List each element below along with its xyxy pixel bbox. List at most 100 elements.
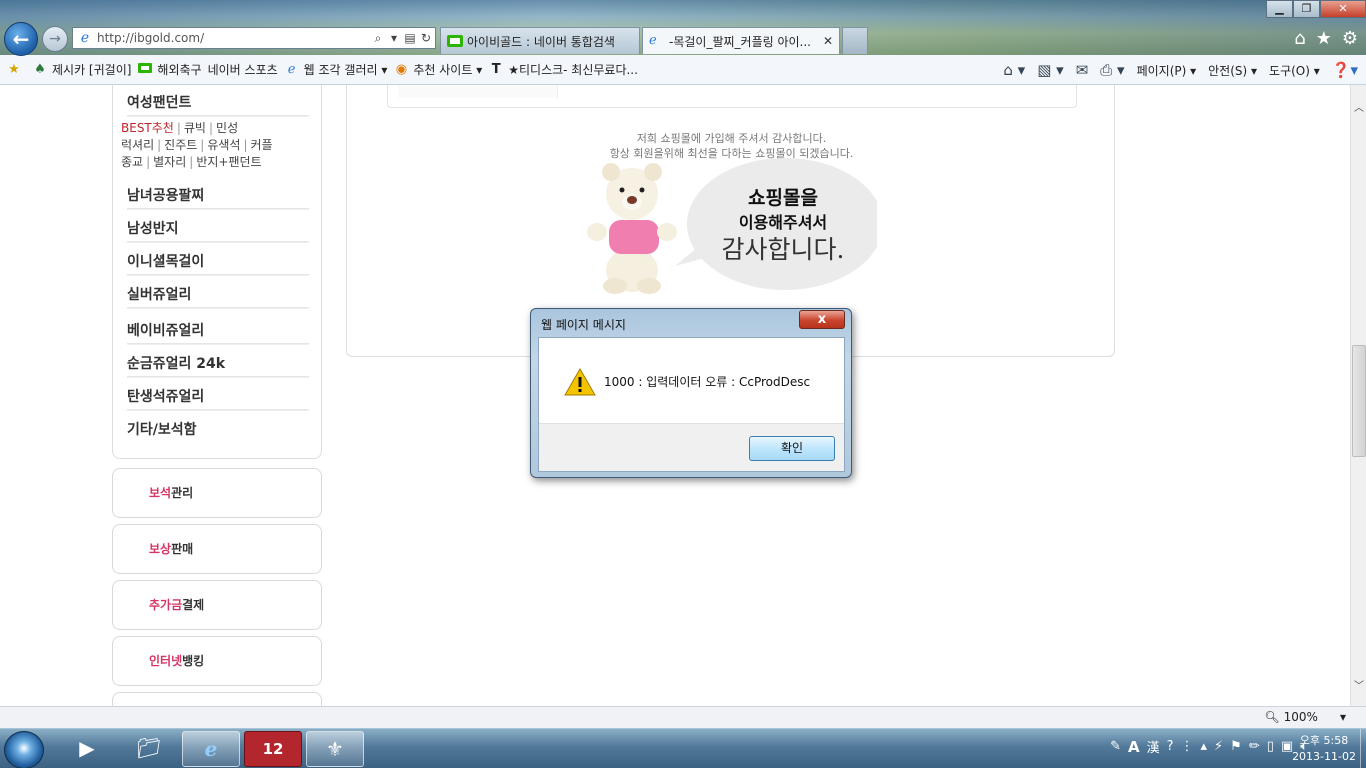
ime-mode[interactable]: A (1128, 738, 1140, 756)
sublink-best[interactable]: BEST추천 (121, 121, 174, 135)
ie-page-icon: ℯ (80, 30, 90, 46)
tray-device-icon[interactable]: ▯ (1267, 739, 1274, 754)
dialog-footer: 확인 (539, 423, 844, 471)
category-men-ring[interactable]: 남성반지 (127, 218, 309, 238)
refresh-icon[interactable]: ↻ (419, 31, 433, 45)
zoom-control[interactable]: 🔍︎ 100% ▾ (1264, 710, 1346, 724)
media-player-taskbar-icon[interactable]: ▶ (58, 731, 116, 767)
sublink-pearl[interactable]: 진주트 (164, 138, 197, 152)
ok-button[interactable]: 확인 (749, 436, 835, 461)
category-women-pendant[interactable]: 여성팬던트 (127, 92, 309, 112)
internet-banking-button[interactable]: 인터넷뱅킹 (112, 636, 322, 686)
forward-button[interactable]: → (42, 26, 68, 52)
maximize-button[interactable]: ❐ (1293, 0, 1320, 18)
chevron-down-icon[interactable]: ▾ (1340, 710, 1346, 724)
bubble-text-3: 감사합니다. (722, 235, 845, 264)
tab-naver-search[interactable]: 아이비골드 : 네이버 통합검색 (440, 27, 640, 54)
ie-taskbar-icon[interactable]: ℯ (182, 731, 240, 767)
minimize-button[interactable]: ▁ (1266, 0, 1293, 18)
category-pure-gold[interactable]: 순금쥬얼리 24k (127, 353, 309, 373)
page-menu[interactable]: 페이지(P) ▾ (1137, 62, 1197, 79)
category-silver-jewelry[interactable]: 실버쥬얼리 (127, 284, 309, 304)
sublink-couple[interactable]: 커플 (251, 138, 273, 152)
form-cell (398, 85, 558, 98)
sublink-zodiac[interactable]: 별자리 (153, 155, 186, 169)
sublink-minseong[interactable]: 민성 (216, 121, 238, 135)
favorites-add-icon[interactable]: ★ (6, 62, 26, 77)
service-highlight: 보석 (149, 486, 172, 500)
new-tab-button[interactable] (842, 27, 868, 54)
taskbar-clock[interactable]: 오후 5:58 2013-11-02 (1292, 733, 1356, 765)
system-tray: ✎ A 漢 ? ⋮ ▴ ⚡︎ ⚑ ✏ ▯ ▣ 🔈︎ (1110, 737, 1308, 757)
browser-titlebar: ← → ℯ http://ibgold.com/ ⌕ ▾ ▤ ↻ 아이비골드 :… (0, 0, 1366, 56)
back-button[interactable]: ← (4, 22, 38, 56)
game-12-taskbar-icon[interactable]: 12 (244, 731, 302, 767)
vertical-scrollbar[interactable]: ︿ ﹀ (1350, 85, 1366, 706)
jewel-care-button[interactable]: 보석관리 (112, 468, 322, 518)
safety-menu[interactable]: 안전(S) ▾ (1208, 62, 1257, 79)
trade-in-button[interactable]: 보상판매 (112, 524, 322, 574)
category-etc-jewelbox[interactable]: 기타/보석함 (127, 419, 309, 439)
service-highlight: 인터넷 (149, 654, 183, 668)
hanja-mode[interactable]: 漢 (1147, 737, 1160, 756)
fav-label: 추천 사이트 ▾ (413, 63, 483, 77)
category-unisex-bracelet[interactable]: 남녀공용팔찌 (127, 185, 309, 205)
category-baby-jewelry[interactable]: 베이비쥬얼리 (127, 320, 309, 340)
favorites-bar: ★ ♠ 제시카 [귀걸이] 해외축구 네이버 스포츠 ℯ 웹 조각 갤러리 ▾ ◉ 추… (0, 55, 1366, 85)
home-icon[interactable]: ⌂ ▾ (1003, 61, 1025, 79)
dialog-close-button[interactable]: x (799, 310, 845, 329)
more-service-button[interactable] (112, 692, 322, 706)
address-bar[interactable]: ℯ http://ibgold.com/ ⌕ ▾ ▤ ↻ (72, 27, 436, 49)
fav-item-soccer[interactable]: 해외축구 (137, 61, 202, 78)
sublink-colorstone[interactable]: 유색석 (207, 138, 240, 152)
clock-date: 2013-11-02 (1292, 750, 1356, 763)
tray-pen-icon[interactable]: ✎ (1110, 739, 1121, 754)
category-initial-necklace[interactable]: 이니셜목걸이 (127, 251, 309, 271)
tools-gear-icon[interactable]: ⚙ (1342, 28, 1358, 49)
close-tab-icon[interactable]: ✕ (823, 34, 833, 48)
window-close-button[interactable]: ✕ (1320, 0, 1366, 18)
favorites-star-icon[interactable]: ★ (1316, 28, 1332, 49)
scrollbar-thumb[interactable] (1352, 345, 1366, 457)
sublink-luxury[interactable]: 럭셔리 (121, 138, 154, 152)
compatibility-icon[interactable]: ▤ (403, 31, 417, 45)
explorer-taskbar-icon[interactable]: 📁︎ (120, 731, 178, 767)
scroll-up-icon[interactable]: ︿ (1351, 99, 1366, 114)
mail-icon[interactable]: ✉ (1076, 61, 1089, 79)
tray-tool-icon[interactable]: ✏ (1249, 739, 1260, 754)
category-birthstone[interactable]: 탄생석쥬얼리 (127, 386, 309, 406)
tray-settings-icon[interactable]: ⋮ (1181, 739, 1194, 754)
print-icon[interactable]: ⎙ ▾ (1100, 61, 1124, 79)
show-hidden-icons[interactable]: ▴ (1201, 739, 1208, 754)
tools-menu[interactable]: 도구(O) ▾ (1269, 62, 1320, 79)
fav-item-web-slice[interactable]: ℯ 웹 조각 갤러리 ▾ (284, 61, 388, 78)
divider (127, 241, 309, 243)
bubble-text-2: 이용해주셔서 (739, 213, 827, 232)
home-icon[interactable]: ⌂ (1294, 28, 1305, 49)
start-button[interactable] (4, 731, 44, 768)
fav-item-tdisk[interactable]: T ★티디스크- 최신무료다... (488, 61, 638, 78)
service-label: 뱅킹 (182, 654, 205, 668)
dropdown-icon[interactable]: ▾ (387, 31, 401, 45)
fav-item-jessica[interactable]: ♠ 제시카 [귀걸이] (32, 61, 131, 78)
tab-active-shop[interactable]: ℯ -목걸이_팔찌_커플링 아이... ✕ (642, 27, 840, 54)
search-icon[interactable]: ⌕ (371, 31, 385, 46)
show-desktop-button[interactable] (1360, 729, 1366, 768)
sublink-cubic[interactable]: 큐빅 (184, 121, 206, 135)
bubble-text-1: 쇼핑몰을 (748, 187, 818, 209)
sublink-religion[interactable]: 종교 (121, 155, 143, 169)
feeds-icon[interactable]: ▧ ▾ (1037, 61, 1063, 79)
sublink-ring-pendant[interactable]: 반지+팬던트 (196, 155, 261, 169)
scroll-down-icon[interactable]: ﹀ (1351, 677, 1366, 692)
help-icon[interactable]: ❓▾ (1332, 61, 1358, 79)
tray-app-icon[interactable]: ⚡︎ (1214, 739, 1223, 754)
action-center-flag-icon[interactable]: ⚑ (1230, 739, 1242, 754)
extra-payment-button[interactable]: 추가금결제 (112, 580, 322, 630)
web-slice-icon: ℯ (287, 61, 296, 77)
address-url[interactable]: http://ibgold.com/ (97, 31, 371, 45)
fav-item-suggested[interactable]: ◉ 추천 사이트 ▾ (393, 61, 483, 78)
fav-item-naver-sports[interactable]: 네이버 스포츠 (208, 61, 278, 78)
naver-icon (137, 62, 153, 77)
game-helmet-taskbar-icon[interactable]: ⚜ (306, 731, 364, 767)
help-icon[interactable]: ? (1167, 739, 1174, 754)
